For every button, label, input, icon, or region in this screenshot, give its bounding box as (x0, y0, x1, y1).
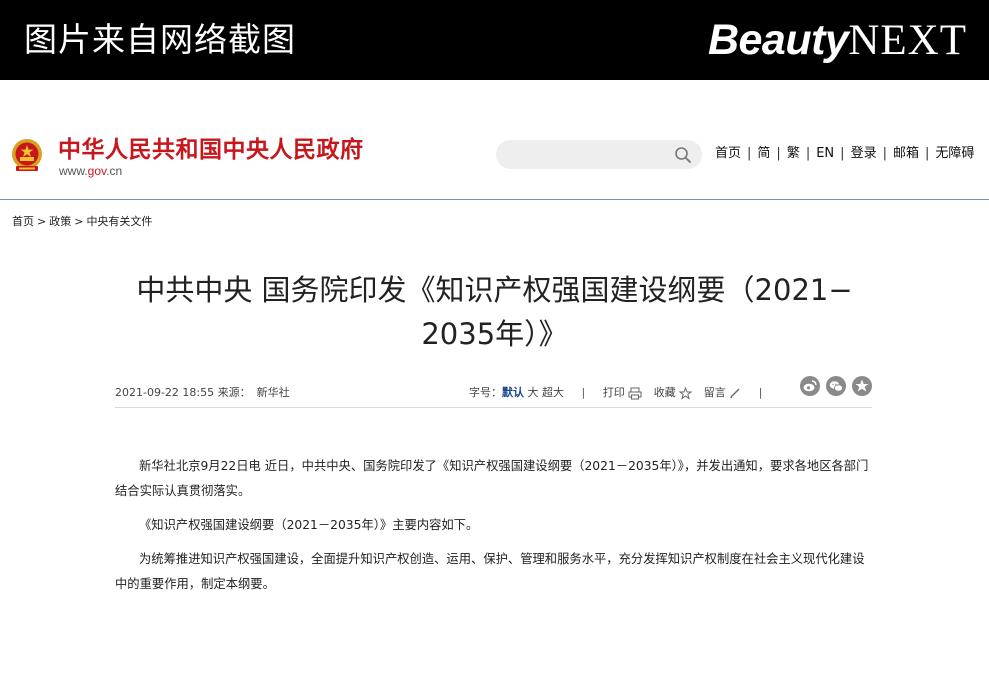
nav-separator: | (747, 146, 752, 161)
banner-caption: 图片来自网络截图 (24, 20, 296, 59)
star-icon (679, 386, 693, 400)
nav-separator: | (924, 146, 930, 161)
nav-separator: | (776, 146, 781, 161)
favorite-button[interactable]: 收藏 (653, 386, 696, 400)
nav-item-home[interactable]: 首页 (715, 146, 741, 161)
breadcrumb-policy[interactable]: 政策 (49, 215, 71, 228)
nav-item-login[interactable]: 登录 (851, 146, 877, 161)
source-value: 新华社 (256, 386, 290, 399)
site-url-prefix: www. (59, 164, 88, 178)
article-tools: 字号：默认 大 超大 | 打印 收藏 留言 | (469, 384, 776, 400)
share-buttons (794, 376, 872, 396)
article-title-line2: 2035年）》 (421, 317, 568, 351)
nav-item-accessibility[interactable]: 无障碍 (935, 146, 974, 161)
source-label: 来源： (217, 386, 251, 399)
top-banner: 图片来自网络截图 BeautyNEXT (0, 0, 989, 80)
font-size-label: 字号： (469, 386, 502, 399)
breadcrumb-central-documents[interactable]: 中央有关文件 (86, 215, 152, 228)
tools-separator: | (758, 386, 763, 399)
site-name[interactable]: 中华人民共和国中央人民政府 (58, 136, 364, 164)
breadcrumb-separator: > (74, 215, 84, 228)
paragraph: 新华社北京9月22日电 近日，中共中央、国务院印发了《知识产权强国建设纲要（20… (115, 459, 869, 498)
search-input[interactable] (496, 140, 702, 169)
article-title: 中共中央 国务院印发《知识产权强国建设纲要（2021− 2035年）》 (110, 268, 879, 356)
site-url-gov: gov (87, 164, 107, 178)
nav-separator: | (805, 146, 811, 161)
font-size-default[interactable]: 默认 (502, 386, 524, 399)
nav-item-english[interactable]: EN (816, 146, 834, 161)
search-icon[interactable] (674, 146, 692, 164)
top-nav: 首页 | 简 | 繁 | EN | 登录 | 邮箱 | 无障碍 (715, 145, 974, 163)
pencil-icon (730, 388, 740, 398)
paragraph: 《知识产权强国建设纲要（2021－2035年）》主要内容如下。 (139, 518, 479, 532)
font-size-large[interactable]: 大 (528, 386, 539, 399)
paragraph: 为统筹推进知识产权强国建设，全面提升知识产权创造、运用、保护、管理和服务水平，充… (115, 552, 865, 591)
brand-logo-part1: Beauty (707, 16, 849, 64)
breadcrumb-separator: > (37, 215, 47, 228)
brand-logo-part2: NEXT (848, 17, 967, 64)
weibo-glyph (803, 380, 817, 392)
printer-icon (628, 387, 642, 399)
site-header: 中华人民共和国中央人民政府 www.gov.cn 首页 | 简 | 繁 | EN | 登录 | 邮箱… (0, 80, 989, 200)
print-label: 打印 (602, 386, 625, 399)
wechat-icon[interactable] (826, 376, 846, 396)
nav-separator: | (882, 146, 887, 161)
site-url-suffix: .cn (106, 164, 123, 178)
favorite-label: 收藏 (653, 386, 676, 399)
nav-item-mail[interactable]: 邮箱 (893, 146, 919, 161)
breadcrumb-home[interactable]: 首页 (12, 215, 34, 228)
article-info: 2021-09-22 18:55 来源： 新华社 (115, 384, 290, 400)
nav-separator: | (840, 146, 845, 161)
article-body: 新华社北京9月22日电 近日，中共中央、国务院印发了《知识产权强国建设纲要（20… (115, 454, 875, 606)
wechat-glyph (829, 381, 843, 392)
tools-separator: | (581, 386, 586, 399)
brand-logo: BeautyNEXT (708, 12, 967, 77)
nav-item-traditional[interactable]: 繁 (787, 146, 800, 161)
article-title-line1: 中共中央 国务院印发《知识产权强国建设纲要（2021− (136, 273, 853, 307)
comment-label: 留言 (703, 386, 726, 399)
print-button[interactable]: 打印 (603, 386, 646, 399)
nav-item-simplified[interactable]: 简 (757, 146, 770, 161)
site-url[interactable]: www.gov.cn (59, 164, 122, 178)
national-emblem-icon[interactable] (8, 136, 46, 174)
comment-button[interactable]: 留言 (704, 386, 745, 399)
article-meta: 2021-09-22 18:55 来源： 新华社 字号：默认 大 超大 | 打印 … (115, 376, 872, 408)
publish-date: 2021-09-22 18:55 (115, 386, 215, 399)
qzone-icon[interactable] (852, 376, 872, 396)
qzone-glyph (855, 379, 869, 392)
breadcrumb: 首页 > 政策 > 中央有关文件 (12, 213, 152, 229)
weibo-icon[interactable] (800, 376, 820, 396)
font-size-xlarge[interactable]: 超大 (542, 386, 564, 399)
